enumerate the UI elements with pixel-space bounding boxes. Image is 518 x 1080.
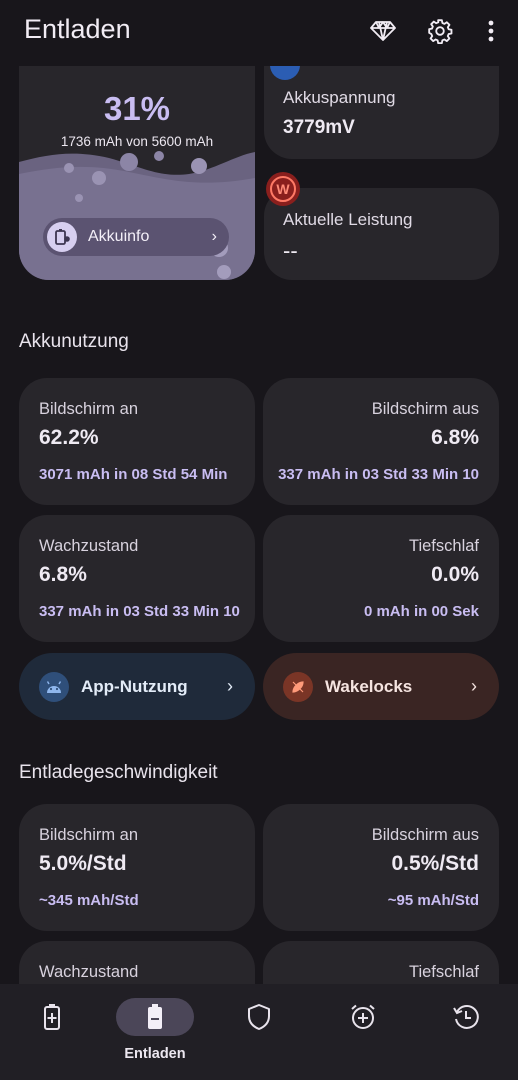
discharge-section-title: Entladegeschwindigkeit (19, 762, 218, 783)
discharge-screen-on-card[interactable]: Bildschirm an 5.0%/Std ~345 mAh/Std (19, 804, 255, 931)
settings-gear-icon[interactable] (425, 16, 455, 46)
usage-screen-off-value: 6.8% (431, 426, 479, 449)
discharge-screen-off-label: Bildschirm aus (371, 826, 479, 844)
chevron-right-icon: › (227, 676, 233, 696)
usage-section-title: Akkunutzung (19, 331, 129, 352)
usage-awake-value: 6.8% (39, 563, 87, 586)
usage-deep-sleep-label: Tiefschlaf (409, 537, 479, 555)
usage-screen-on-label: Bildschirm an (39, 400, 139, 418)
usage-awake-card[interactable]: Wachzustand 6.8% 337 mAh in 03 Std 33 Mi… (19, 515, 255, 642)
nav-discharge-icon[interactable] (125, 1000, 185, 1034)
discharge-screen-off-value: 0.5%/Std (391, 852, 479, 875)
battery-wave-graphic (19, 151, 255, 280)
power-value: -- (283, 238, 298, 263)
voltage-icon (270, 66, 300, 80)
usage-screen-off-card[interactable]: Bildschirm aus 6.8% 337 mAh in 03 Std 33… (263, 378, 499, 505)
bottom-navigation: Entladen (0, 984, 518, 1080)
wakelocks-label: Wakelocks (325, 676, 413, 696)
usage-awake-label: Wachzustand (39, 537, 139, 555)
top-app-bar: Entladen (0, 0, 518, 66)
discharge-screen-on-value: 5.0%/Std (39, 852, 127, 875)
battery-percentage: 31% (103, 90, 171, 127)
discharge-screen-on-label: Bildschirm an (39, 826, 139, 844)
nav-shield-icon[interactable] (229, 1000, 289, 1034)
diamond-icon[interactable] (368, 16, 398, 46)
content-scroll[interactable]: 31% 1736 mAh von 5600 mAh Akkuinfo › Akk… (0, 66, 518, 984)
nav-alarm-add-icon[interactable] (333, 1000, 393, 1034)
discharge-deep-sleep-card[interactable]: Tiefschlaf (263, 941, 499, 984)
discharge-deep-sleep-label: Tiefschlaf (409, 963, 479, 981)
battery-info-label: Akkuinfo (88, 228, 150, 245)
usage-deep-sleep-card[interactable]: Tiefschlaf 0.0% 0 mAh in 00 Sek (263, 515, 499, 642)
power-card: W Aktuelle Leistung -- (264, 172, 499, 280)
usage-screen-off-label: Bildschirm aus (371, 400, 479, 418)
app-usage-button[interactable]: App-Nutzung › (19, 653, 255, 720)
power-label: Aktuelle Leistung (283, 210, 413, 229)
discharge-awake-card[interactable]: Wachzustand (19, 941, 255, 984)
wakelock-icon (283, 671, 313, 702)
nav-history-icon[interactable] (436, 1000, 496, 1034)
power-badge-icon: W (266, 172, 300, 206)
usage-deep-sleep-detail: 0 mAh in 00 Sek (363, 603, 479, 620)
usage-screen-on-card[interactable]: Bildschirm an 62.2% 3071 mAh in 08 Std 5… (19, 378, 255, 505)
more-vert-icon[interactable] (476, 16, 506, 46)
discharge-screen-off-detail: ~95 mAh/Std (387, 892, 479, 909)
chevron-right-icon: › (471, 676, 477, 696)
battery-info-button[interactable]: Akkuinfo › (43, 218, 229, 256)
voltage-value: 3779mV (283, 117, 355, 138)
wakelocks-button[interactable]: Wakelocks › (263, 653, 499, 720)
discharge-screen-on-detail: ~345 mAh/Std (39, 892, 139, 909)
chevron-right-icon: › (211, 228, 217, 245)
page-title: Entladen (24, 14, 131, 44)
usage-screen-off-detail: 337 mAh in 03 Std 33 Min 10 (278, 466, 479, 483)
battery-level-card: 31% 1736 mAh von 5600 mAh Akkuinfo › (19, 66, 255, 280)
voltage-label: Akkuspannung (283, 88, 396, 107)
nav-charging-icon[interactable] (22, 1000, 82, 1034)
discharge-screen-off-card[interactable]: Bildschirm aus 0.5%/Std ~95 mAh/Std (263, 804, 499, 931)
usage-deep-sleep-value: 0.0% (431, 563, 479, 586)
usage-awake-detail: 337 mAh in 03 Std 33 Min 10 (39, 603, 240, 620)
nav-active-label[interactable]: Entladen (100, 1046, 210, 1062)
discharge-awake-label: Wachzustand (39, 963, 139, 981)
android-icon (39, 671, 69, 702)
usage-screen-on-value: 62.2% (39, 426, 99, 449)
battery-capacity-text: 1736 mAh von 5600 mAh (60, 134, 214, 149)
voltage-card: Akkuspannung 3779mV (264, 66, 499, 159)
usage-screen-on-detail: 3071 mAh in 08 Std 54 Min (39, 466, 228, 483)
app-usage-label: App-Nutzung (81, 676, 188, 696)
battery-info-icon (47, 222, 77, 252)
